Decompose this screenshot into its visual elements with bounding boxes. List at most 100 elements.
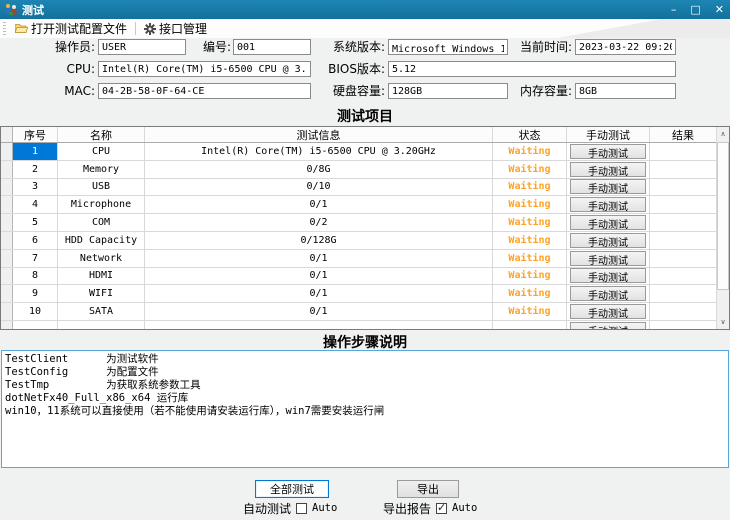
manual-test-button[interactable]: 手动测试 <box>570 197 646 212</box>
cell-index[interactable]: 6 <box>13 232 58 249</box>
cell-index[interactable]: 4 <box>13 196 58 213</box>
hdd-input[interactable] <box>388 83 508 99</box>
manual-test-button[interactable]: 手动测试 <box>570 304 646 319</box>
manual-test-button[interactable]: 手动测试 <box>570 144 646 159</box>
table-row[interactable]: 手动测试 <box>1 321 716 329</box>
number-input[interactable] <box>233 39 311 55</box>
operator-input[interactable] <box>98 39 186 55</box>
cell-result[interactable] <box>650 196 716 213</box>
cell-name[interactable]: Network <box>58 250 145 267</box>
steps-textarea[interactable]: TestClient 为测试软件 TestConfig 为配置文件 TestTm… <box>1 350 729 468</box>
cell-name[interactable]: HDD Capacity <box>58 232 145 249</box>
scrollbar-thumb[interactable] <box>717 142 729 290</box>
cell-info[interactable]: 0/1 <box>145 303 493 320</box>
cell-status[interactable] <box>493 321 567 329</box>
cell-name[interactable]: Microphone <box>58 196 145 213</box>
cell-status[interactable]: Waiting <box>493 303 567 320</box>
open-config-button[interactable]: 打开测试配置文件 <box>10 20 132 37</box>
cell-status[interactable]: Waiting <box>493 161 567 178</box>
cell-index[interactable]: 2 <box>13 161 58 178</box>
table-scrollbar[interactable]: ∧ ∨ <box>716 127 729 329</box>
cell-info[interactable]: 0/1 <box>145 196 493 213</box>
manual-test-button[interactable]: 手动测试 <box>570 286 646 301</box>
cell-result[interactable] <box>650 143 716 160</box>
manual-test-button[interactable]: 手动测试 <box>570 268 646 283</box>
cell-result[interactable] <box>650 285 716 302</box>
cpu-input[interactable] <box>98 61 311 77</box>
cell-index[interactable]: 5 <box>13 214 58 231</box>
auto-test-checkbox[interactable] <box>296 503 307 514</box>
cell-info[interactable]: 0/8G <box>145 161 493 178</box>
scroll-up-icon[interactable]: ∧ <box>717 127 729 141</box>
cell-status[interactable]: Waiting <box>493 179 567 196</box>
os-input[interactable] <box>388 39 508 55</box>
cell-status[interactable]: Waiting <box>493 285 567 302</box>
mac-input[interactable] <box>98 83 311 99</box>
maximize-icon[interactable]: □ <box>690 0 700 19</box>
cell-result[interactable] <box>650 250 716 267</box>
cell-result[interactable] <box>650 179 716 196</box>
cell-status[interactable]: Waiting <box>493 196 567 213</box>
cell-info[interactable]: 0/1 <box>145 285 493 302</box>
cell-status[interactable]: Waiting <box>493 214 567 231</box>
cell-result[interactable] <box>650 303 716 320</box>
manual-test-button[interactable]: 手动测试 <box>570 215 646 230</box>
cell-status[interactable]: Waiting <box>493 250 567 267</box>
cell-result[interactable] <box>650 161 716 178</box>
cell-name[interactable]: HDMI <box>58 268 145 285</box>
manual-test-button[interactable]: 手动测试 <box>570 233 646 248</box>
table-row[interactable]: 3 USB 0/10 Waiting 手动测试 <box>1 179 716 197</box>
table-row[interactable]: 8 HDMI 0/1 Waiting 手动测试 <box>1 268 716 286</box>
cell-index[interactable]: 10 <box>13 303 58 320</box>
cell-index[interactable]: 7 <box>13 250 58 267</box>
cell-info[interactable]: 0/1 <box>145 268 493 285</box>
cell-name[interactable]: CPU <box>58 143 145 160</box>
time-input[interactable] <box>575 39 676 55</box>
test-all-button[interactable]: 全部测试 <box>255 480 329 498</box>
minimize-icon[interactable]: – <box>671 0 677 19</box>
export-report-checkbox[interactable] <box>436 503 447 514</box>
table-row[interactable]: 5 COM 0/2 Waiting 手动测试 <box>1 214 716 232</box>
cell-name[interactable]: WIFI <box>58 285 145 302</box>
cell-result[interactable] <box>650 321 716 329</box>
cell-info[interactable]: 0/128G <box>145 232 493 249</box>
table-row[interactable]: 9 WIFI 0/1 Waiting 手动测试 <box>1 285 716 303</box>
cell-result[interactable] <box>650 232 716 249</box>
cell-info[interactable]: 0/1 <box>145 250 493 267</box>
cell-name[interactable]: Memory <box>58 161 145 178</box>
cell-result[interactable] <box>650 268 716 285</box>
table-row[interactable]: 7 Network 0/1 Waiting 手动测试 <box>1 250 716 268</box>
table-row[interactable]: 2 Memory 0/8G Waiting 手动测试 <box>1 161 716 179</box>
export-button[interactable]: 导出 <box>397 480 459 498</box>
cell-info[interactable]: 0/10 <box>145 179 493 196</box>
cell-info[interactable]: 0/2 <box>145 214 493 231</box>
scroll-down-icon[interactable]: ∨ <box>717 315 729 329</box>
bios-input[interactable] <box>388 61 676 77</box>
cell-status[interactable]: Waiting <box>493 143 567 160</box>
cell-index[interactable]: 3 <box>13 179 58 196</box>
cell-info[interactable] <box>145 321 493 329</box>
cell-index[interactable] <box>13 321 58 329</box>
table-row[interactable]: 4 Microphone 0/1 Waiting 手动测试 <box>1 196 716 214</box>
cell-info[interactable]: Intel(R) Core(TM) i5-6500 CPU @ 3.20GHz <box>145 143 493 160</box>
cell-index[interactable]: 1 <box>13 143 58 160</box>
cell-index[interactable]: 9 <box>13 285 58 302</box>
manual-test-button[interactable]: 手动测试 <box>570 179 646 194</box>
manual-test-button[interactable]: 手动测试 <box>570 162 646 177</box>
close-icon[interactable]: ✕ <box>715 0 724 19</box>
cell-status[interactable]: Waiting <box>493 268 567 285</box>
manual-test-button[interactable]: 手动测试 <box>570 322 646 329</box>
table-row[interactable]: 10 SATA 0/1 Waiting 手动测试 <box>1 303 716 321</box>
table-row[interactable]: 6 HDD Capacity 0/128G Waiting 手动测试 <box>1 232 716 250</box>
interface-mgmt-button[interactable]: 接口管理 <box>139 20 212 37</box>
cell-name[interactable]: USB <box>58 179 145 196</box>
table-row[interactable]: 1 CPU Intel(R) Core(TM) i5-6500 CPU @ 3.… <box>1 143 716 161</box>
cell-index[interactable]: 8 <box>13 268 58 285</box>
cell-result[interactable] <box>650 214 716 231</box>
cell-name[interactable]: SATA <box>58 303 145 320</box>
manual-test-button[interactable]: 手动测试 <box>570 251 646 266</box>
cell-name[interactable]: COM <box>58 214 145 231</box>
cell-name[interactable] <box>58 321 145 329</box>
cell-status[interactable]: Waiting <box>493 232 567 249</box>
ram-input[interactable] <box>575 83 676 99</box>
